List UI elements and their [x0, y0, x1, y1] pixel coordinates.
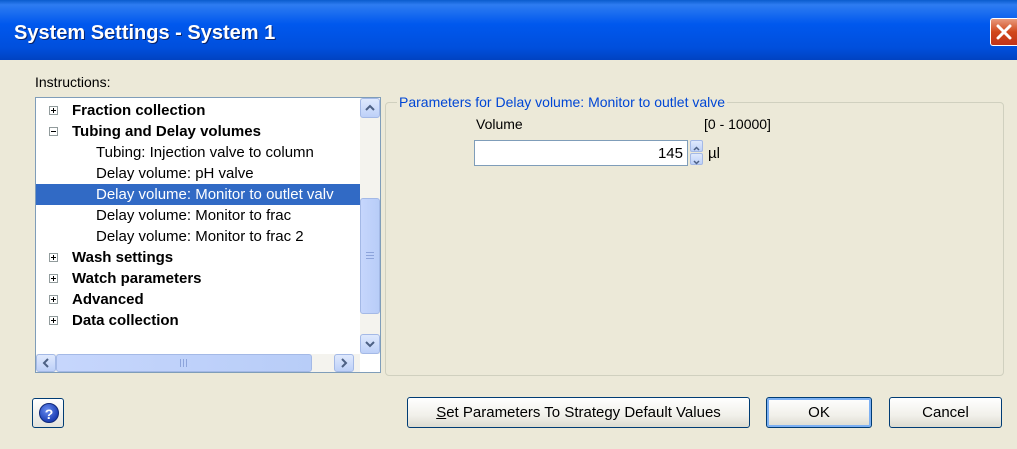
dialog-window: System Settings - System 1 Instructions:…: [0, 0, 1017, 449]
tree-item-label: Data collection: [72, 312, 179, 329]
chevron-up-icon: [365, 104, 375, 111]
vertical-scrollbar[interactable]: [360, 98, 380, 354]
scroll-left-button[interactable]: [36, 354, 56, 372]
collapse-icon[interactable]: [49, 127, 58, 136]
volume-spinner[interactable]: [690, 140, 703, 166]
title-bar[interactable]: System Settings - System 1: [0, 0, 1017, 60]
tree-item-label: Tubing: Injection valve to column: [96, 144, 314, 161]
set-defaults-label: et Parameters To Strategy Default Values: [446, 404, 721, 421]
tree-leaf[interactable]: Delay volume: Monitor to frac 2: [36, 226, 360, 247]
volume-range: [0 - 10000]: [704, 116, 771, 132]
volume-label: Volume: [476, 116, 523, 132]
tree-leaf[interactable]: Delay volume: Monitor to frac: [36, 205, 360, 226]
horizontal-scrollbar[interactable]: [36, 354, 360, 372]
tree-leaf[interactable]: Tubing: Injection valve to column: [36, 142, 360, 163]
close-button[interactable]: [990, 18, 1017, 46]
tree-item-label: Advanced: [72, 291, 144, 308]
expand-icon[interactable]: [49, 274, 58, 283]
close-icon: [996, 24, 1012, 40]
instructions-tree[interactable]: Fraction collection Tubing and Delay volu…: [35, 97, 381, 373]
tree-item-label: Delay volume: Monitor to outlet valv: [96, 186, 334, 203]
tree-item-label: Delay volume: pH valve: [96, 165, 254, 182]
tree-node[interactable]: Data collection: [36, 310, 360, 331]
volume-input[interactable]: 145: [474, 140, 688, 166]
scroll-right-button[interactable]: [334, 354, 354, 372]
tree-node[interactable]: Wash settings: [36, 247, 360, 268]
set-defaults-mnemonic: S: [436, 404, 447, 421]
parameters-group-title: Parameters for Delay volume: Monitor to …: [397, 94, 728, 110]
tree-item-label: Tubing and Delay volumes: [72, 123, 261, 140]
tree-node[interactable]: Tubing and Delay volumes: [36, 121, 360, 142]
volume-unit: µl: [708, 145, 720, 162]
tree-item-label: Wash settings: [72, 249, 174, 266]
scroll-down-button[interactable]: [360, 334, 380, 354]
tree-item-label: Delay volume: Monitor to frac: [96, 207, 292, 224]
spin-down-icon: [693, 160, 700, 165]
horizontal-scroll-thumb[interactable]: [56, 354, 312, 372]
tree-node[interactable]: Advanced: [36, 289, 360, 310]
window-title: System Settings - System 1: [14, 22, 276, 44]
tree-item-label: Watch parameters: [72, 270, 202, 287]
tree-node[interactable]: Watch parameters: [36, 268, 360, 289]
expand-icon[interactable]: [49, 253, 58, 262]
chevron-down-icon: [365, 341, 375, 348]
chevron-left-icon: [42, 358, 49, 368]
help-icon: ?: [39, 403, 59, 423]
help-button[interactable]: ?: [32, 398, 64, 428]
expand-icon[interactable]: [49, 295, 58, 304]
ok-button[interactable]: OK: [766, 397, 872, 428]
tree-item-label: Delay volume: Monitor to frac 2: [96, 228, 304, 245]
tree-leaf[interactable]: Delay volume: Monitor to outlet valv: [36, 184, 360, 205]
chevron-right-icon: [341, 358, 348, 368]
expand-icon[interactable]: [49, 316, 58, 325]
spin-down-button[interactable]: [690, 153, 703, 165]
tree-item-label: Fraction collection: [72, 102, 206, 119]
cancel-button[interactable]: Cancel: [889, 397, 1002, 428]
expand-icon[interactable]: [49, 106, 58, 115]
scroll-up-button[interactable]: [360, 98, 380, 118]
spin-up-button[interactable]: [690, 140, 703, 152]
instructions-label: Instructions:: [35, 74, 111, 90]
set-defaults-button[interactable]: Set Parameters To Strategy Default Value…: [407, 397, 750, 428]
vertical-scroll-thumb[interactable]: [360, 198, 380, 314]
tree-leaf[interactable]: Delay volume: pH valve: [36, 163, 360, 184]
tree-node[interactable]: Fraction collection: [36, 100, 360, 121]
